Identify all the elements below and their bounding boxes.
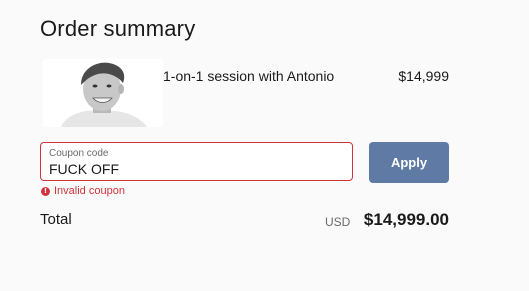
apply-coupon-button[interactable]: Apply bbox=[369, 142, 449, 183]
total-currency: USD bbox=[325, 215, 351, 229]
coupon-error-message: ! Invalid coupon bbox=[41, 185, 125, 197]
coupon-field-label: Coupon code bbox=[49, 148, 109, 159]
item-name: 1-on-1 session with Antonio bbox=[163, 68, 335, 84]
product-image bbox=[43, 59, 163, 127]
coupon-error-text: Invalid coupon bbox=[54, 185, 125, 197]
total-amount: $14,999.00 bbox=[363, 210, 449, 229]
item-price: $14,999 bbox=[398, 68, 449, 84]
coupon-input-value[interactable]: FUCK OFF bbox=[49, 161, 119, 177]
error-icon: ! bbox=[41, 186, 50, 196]
total-label: Total bbox=[40, 211, 72, 228]
coupon-code-field[interactable]: Coupon code FUCK OFF bbox=[40, 142, 353, 181]
order-summary-title: Order summary bbox=[40, 16, 196, 41]
